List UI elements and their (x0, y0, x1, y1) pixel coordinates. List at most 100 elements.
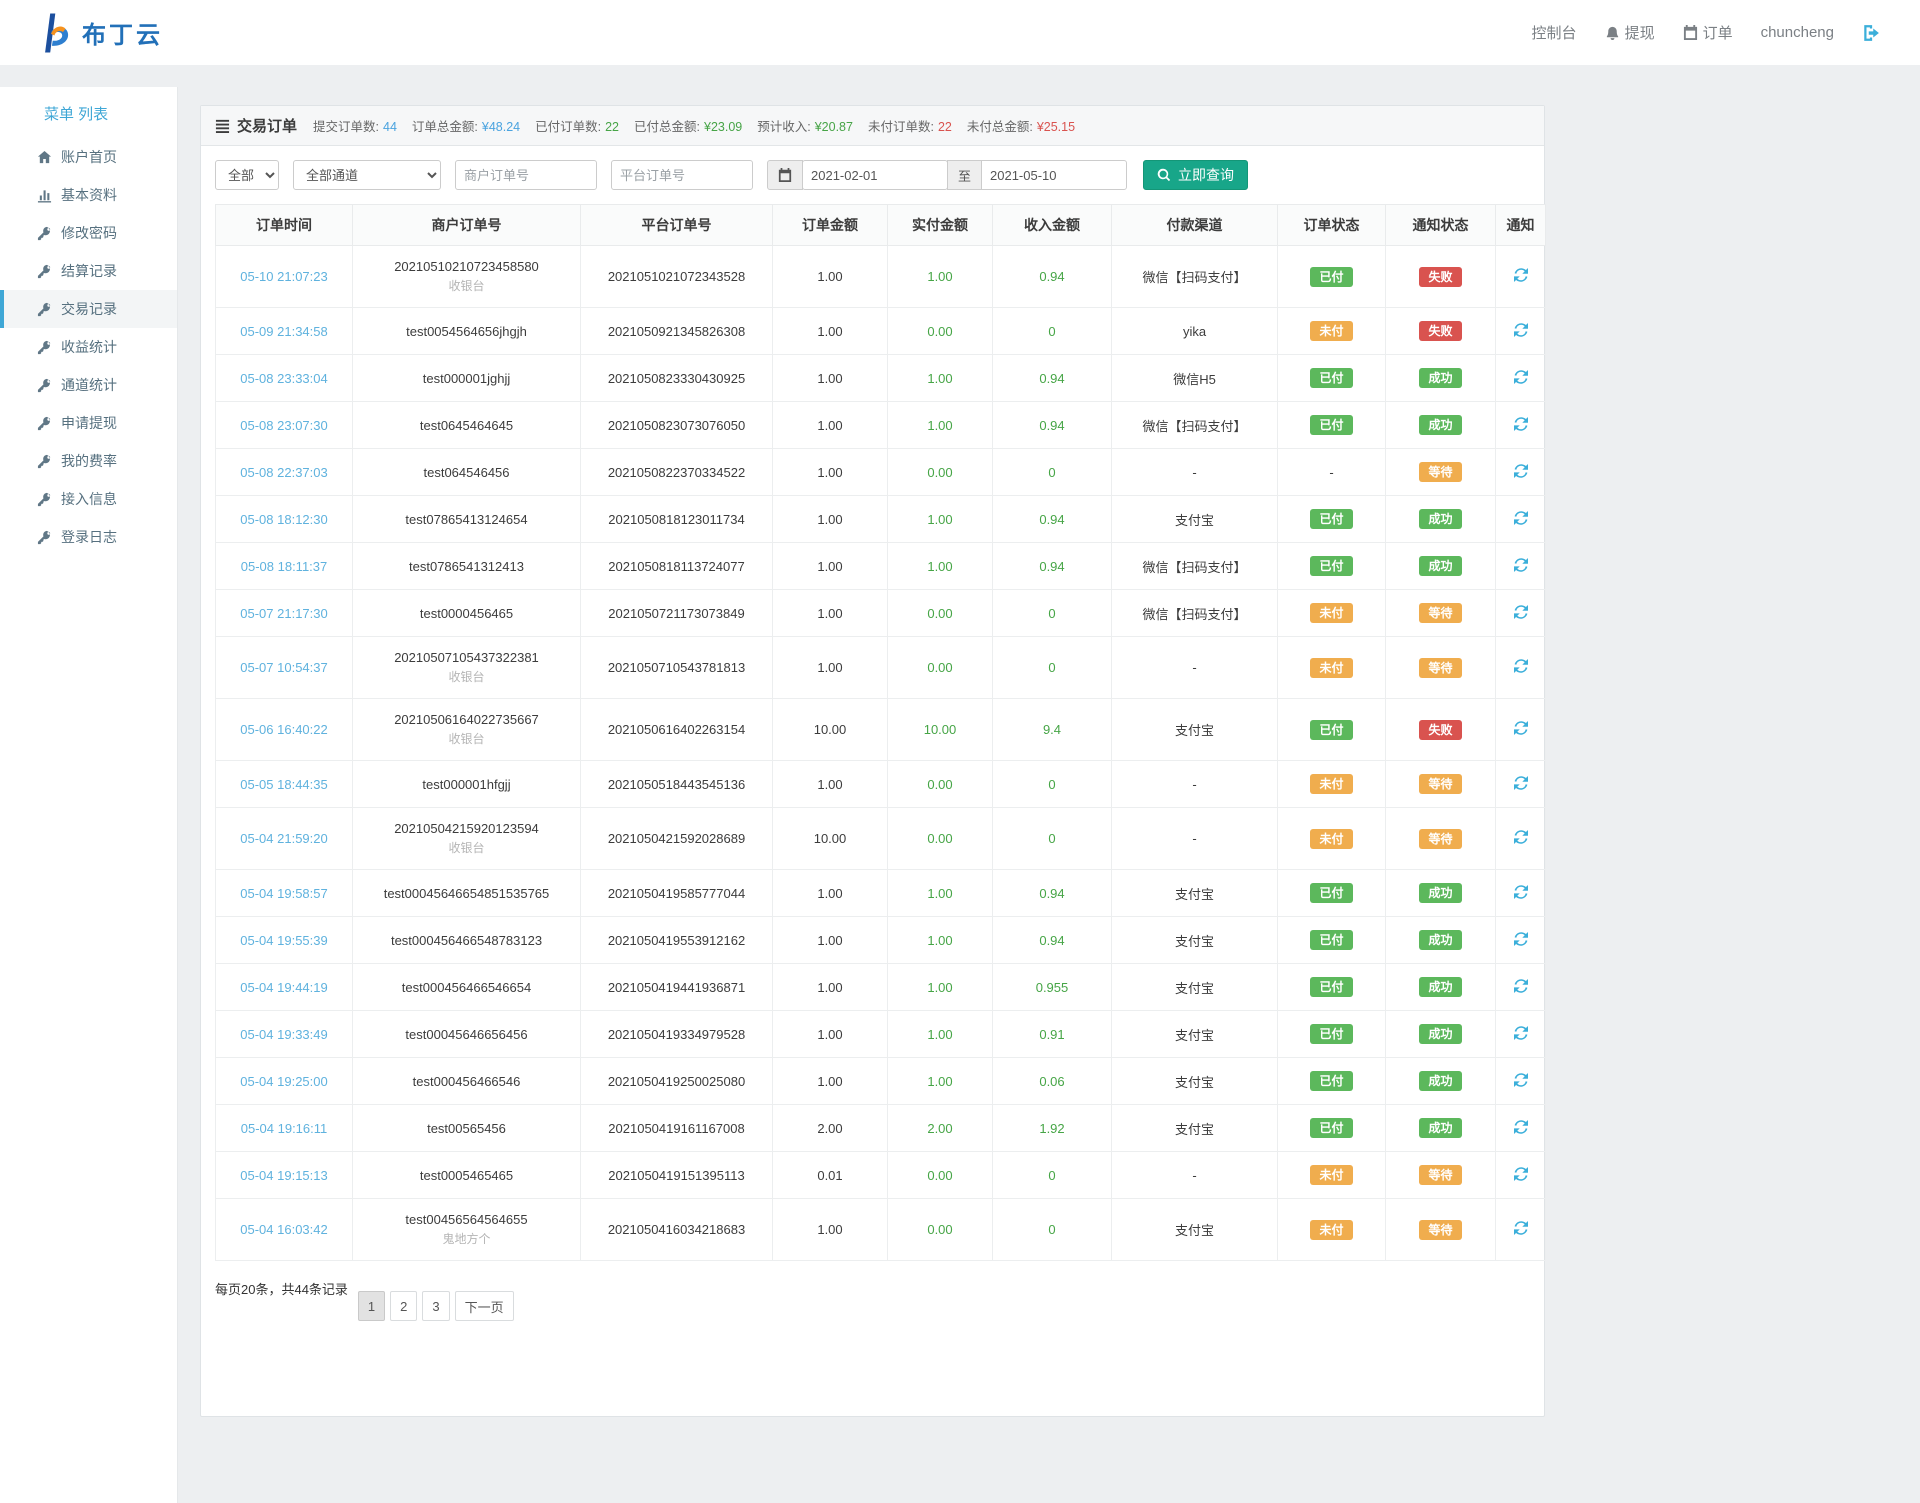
refresh-icon (1513, 659, 1528, 673)
pay-channel: 支付宝 (1111, 1057, 1278, 1105)
notify-refresh-button[interactable] (1513, 978, 1528, 993)
income-amount: 0 (992, 760, 1112, 808)
sidebar-item-交易记录[interactable]: 交易记录 (0, 290, 177, 328)
paid-amount: 1.00 (887, 1057, 993, 1105)
notify-refresh-button[interactable] (1513, 322, 1528, 337)
pay-channel: 支付宝 (1111, 698, 1278, 761)
top-nav: 控制台 提现 订单 chuncheng (1532, 22, 1880, 43)
notify-refresh-button[interactable] (1513, 659, 1528, 673)
sidebar-item-基本资料[interactable]: 基本资料 (0, 176, 177, 214)
date-to-input[interactable] (981, 160, 1128, 190)
notify-refresh-button[interactable] (1513, 830, 1528, 844)
merchant-order-no: test000001hfgjj (352, 760, 581, 808)
sidebar-item-label: 结算记录 (61, 263, 117, 279)
merchant-order-note: 收银台 (448, 841, 485, 855)
sidebar-item-结算记录[interactable]: 结算记录 (0, 252, 177, 290)
order-status-badge: 已付 (1310, 719, 1353, 740)
sidebar-item-通道统计[interactable]: 通道统计 (0, 366, 177, 404)
income-amount: 0.955 (992, 963, 1112, 1011)
pagination-summary: 每页20条，共44条记录 (215, 1282, 348, 1297)
order-time-link[interactable]: 05-07 10:54:37 (240, 660, 327, 675)
nav-orders[interactable]: 订单 (1683, 22, 1733, 43)
order-time-link[interactable]: 05-04 19:55:39 (240, 933, 327, 948)
notify-refresh-button[interactable] (1513, 416, 1528, 431)
sidebar-item-收益统计[interactable]: 收益统计 (0, 328, 177, 366)
notify-refresh-button[interactable] (1513, 604, 1528, 619)
sidebar-item-申请提现[interactable]: 申请提现 (0, 404, 177, 442)
notify-status-badge: 等待 (1419, 1219, 1462, 1240)
notify-status-badge: 失败 (1419, 321, 1462, 341)
refresh-icon (1513, 369, 1528, 384)
pay-channel: 支付宝 (1111, 869, 1278, 917)
order-time-link[interactable]: 05-04 19:16:11 (241, 1121, 328, 1136)
refresh-icon (1513, 931, 1528, 946)
order-time-link[interactable]: 05-04 19:15:13 (240, 1168, 327, 1183)
sidebar-item-账户首页[interactable]: 账户首页 (0, 138, 177, 176)
status-select[interactable]: 全部 (215, 160, 279, 190)
sidebar-item-label: 接入信息 (61, 491, 117, 507)
order-time-link[interactable]: 05-08 23:33:04 (240, 371, 327, 386)
refresh-icon (1513, 830, 1528, 844)
order-time-link[interactable]: 05-04 19:25:00 (240, 1074, 327, 1089)
order-time-link[interactable]: 05-08 18:11:37 (241, 559, 328, 574)
table-row: 05-04 19:58:57 test00045646654851535765 20… (215, 869, 1546, 917)
channel-select[interactable]: 全部通道 (293, 160, 441, 190)
sidebar-item-登录日志[interactable]: 登录日志 (0, 518, 177, 556)
brand-logo[interactable]: 布丁云 (40, 12, 163, 54)
notify-refresh-button[interactable] (1513, 931, 1528, 946)
order-status-badge: 已付 (1310, 415, 1353, 435)
notify-refresh-button[interactable] (1513, 369, 1528, 384)
nav-withdraw[interactable]: 提现 (1605, 22, 1655, 43)
order-status-badge: 已付 (1310, 1071, 1353, 1091)
notify-refresh-button[interactable] (1513, 1119, 1528, 1134)
order-time-link[interactable]: 05-08 18:12:30 (240, 512, 327, 527)
order-time-link[interactable]: 05-04 16:03:42 (240, 1222, 327, 1237)
refresh-icon (1513, 604, 1528, 619)
order-time-link[interactable]: 05-05 18:44:35 (240, 777, 327, 792)
refresh-icon (1513, 1221, 1528, 1235)
notify-refresh-button[interactable] (1513, 557, 1528, 572)
notify-refresh-button[interactable] (1513, 721, 1528, 735)
date-from-input[interactable] (802, 160, 948, 190)
refresh-icon (1513, 557, 1528, 572)
notify-refresh-button[interactable] (1513, 510, 1528, 525)
order-time-link[interactable]: 05-04 19:58:57 (240, 886, 327, 901)
nav-console[interactable]: 控制台 (1532, 22, 1577, 43)
notify-refresh-button[interactable] (1513, 1166, 1528, 1181)
order-time-link[interactable]: 05-10 21:07:23 (240, 269, 327, 284)
income-amount: 1.92 (992, 1104, 1112, 1152)
platform-order-no: 2021050818123011734 (580, 495, 773, 543)
order-time-link[interactable]: 05-04 19:33:49 (240, 1027, 327, 1042)
sidebar-item-修改密码[interactable]: 修改密码 (0, 214, 177, 252)
order-time-link[interactable]: 05-07 21:17:30 (240, 606, 327, 621)
next-page-button[interactable]: 下一页 (454, 1291, 514, 1321)
page-button-1[interactable]: 1 (357, 1291, 386, 1321)
merchant-order-input[interactable] (455, 160, 597, 190)
notify-refresh-button[interactable] (1513, 1025, 1528, 1040)
notify-refresh-button[interactable] (1513, 1221, 1528, 1235)
order-time-link[interactable]: 05-04 19:44:19 (240, 980, 327, 995)
main-content: 交易订单 提交订单数: 44 订单总金额: ¥48.24 已付订单数: 22 已付总金额: ¥… (178, 87, 1920, 1503)
page-button-2[interactable]: 2 (390, 1291, 418, 1321)
notify-refresh-button[interactable] (1513, 268, 1528, 282)
order-time-link[interactable]: 05-09 21:34:58 (240, 324, 327, 339)
notify-refresh-button[interactable] (1513, 884, 1528, 899)
table-row: 05-04 16:03:42 test00456564564655 鬼地方个 2021… (215, 1198, 1546, 1261)
column-header: 平台订单号 (580, 204, 773, 246)
order-time-link[interactable]: 05-08 23:07:30 (240, 418, 327, 433)
table-row: 05-04 19:15:13 test0005465465 202105041915… (215, 1151, 1546, 1199)
page-button-3[interactable]: 3 (422, 1291, 450, 1321)
nav-username[interactable]: chuncheng (1761, 24, 1834, 41)
logout-button[interactable] (1862, 24, 1880, 42)
sidebar-item-我的费率[interactable]: 我的费率 (0, 442, 177, 480)
platform-order-input[interactable] (611, 160, 753, 190)
notify-refresh-button[interactable] (1513, 1072, 1528, 1087)
order-time-link[interactable]: 05-08 22:37:03 (240, 465, 327, 480)
order-time-link[interactable]: 05-04 21:59:20 (240, 831, 327, 846)
stat-item: 预计收入: ¥20.87 (757, 116, 853, 135)
search-button[interactable]: 立即查询 (1143, 160, 1249, 190)
sidebar-item-接入信息[interactable]: 接入信息 (0, 480, 177, 518)
notify-refresh-button[interactable] (1513, 775, 1528, 790)
order-time-link[interactable]: 05-06 16:40:22 (240, 722, 327, 737)
notify-refresh-button[interactable] (1513, 463, 1528, 478)
